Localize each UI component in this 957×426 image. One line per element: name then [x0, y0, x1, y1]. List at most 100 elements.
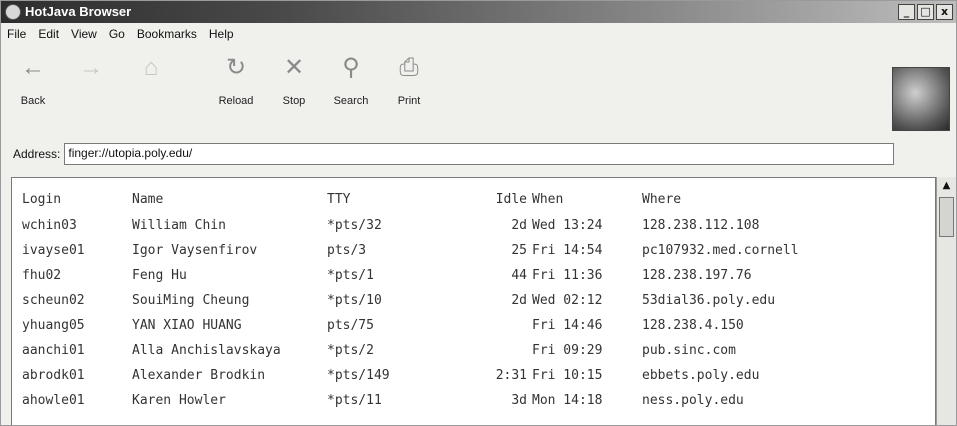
menu-view[interactable]: View — [71, 27, 97, 41]
table-row: yhuang05 YAN XIAO HUANG pts/75 Fri 14:46 128… — [12, 318, 935, 341]
cell-name: YAN XIAO HUANG — [132, 318, 242, 333]
stop-icon: ✕ — [283, 54, 305, 81]
cell-name: Alla Anchislavskaya — [132, 343, 281, 358]
cell-when: Fri 11:36 — [532, 268, 603, 283]
minimize-button[interactable]: _ — [898, 4, 915, 20]
cell-when: Wed 02:12 — [532, 293, 603, 308]
cell-where: pc107932.med.cornell — [642, 243, 799, 258]
cell-name: William Chin — [132, 218, 226, 233]
toolbar: ← Back → ⌂ ↻ Reload ✕ Stop ⚲ Search ⎙ Print — [1, 47, 901, 133]
forward-arrow-button[interactable]: → — [61, 53, 121, 95]
cell-where: pub.sinc.com — [642, 343, 736, 358]
cell-login: wchin03 — [22, 218, 77, 233]
cell-when: Mon 14:18 — [532, 393, 603, 408]
table-row: ahowle01 Karen Howler *pts/11 3d Mon 14:18 ne… — [12, 393, 935, 416]
cell-tty: *pts/10 — [327, 293, 382, 308]
table-row: wchin03 William Chin *pts/32 2d Wed 13:24 128… — [12, 218, 935, 241]
browser-window: HotJava Browser _ □ x File Edit View Go Book… — [0, 0, 957, 426]
search-button[interactable]: ⚲ Search — [321, 53, 381, 107]
cell-where: 53dial36.poly.edu — [642, 293, 776, 308]
reload-icon: ↻ — [225, 54, 247, 81]
scroll-up-arrow-icon[interactable]: ▲ — [939, 179, 954, 193]
table-row: ivayse01 Igor Vaysenfirov pts/3 25 Fri 14:54… — [12, 243, 935, 266]
cell-idle: 2:31 — [495, 368, 527, 383]
forward-arrow-icon: → — [79, 54, 103, 81]
cell-when: Fri 14:46 — [532, 318, 603, 333]
cell-when: When — [532, 192, 564, 207]
close-button[interactable]: x — [936, 4, 953, 20]
cell-tty: pts/3 — [327, 243, 367, 258]
scroll-thumb[interactable] — [939, 197, 954, 237]
back-arrow-icon: ← — [21, 54, 45, 81]
toolbar-label: Search — [333, 95, 369, 107]
cell-where: ebbets.poly.edu — [642, 368, 760, 383]
title-bar[interactable]: HotJava Browser _ □ x — [1, 1, 956, 23]
address-bar: Address: finger://utopia.poly.edu/ — [1, 139, 956, 169]
hotjava-app-icon — [5, 4, 21, 20]
cell-idle: 25 — [511, 243, 527, 258]
cell-login: Login — [22, 192, 62, 207]
cell-where: 128.238.112.108 — [642, 218, 760, 233]
cell-login: yhuang05 — [22, 318, 85, 333]
cell-name: Alexander Brodkin — [132, 368, 266, 383]
cell-tty: TTY — [327, 192, 351, 207]
cell-login: abrodk01 — [22, 368, 85, 383]
cell-where: ness.poly.edu — [642, 393, 744, 408]
toolbar-label: Print — [397, 95, 421, 107]
menu-edit[interactable]: Edit — [38, 27, 59, 41]
print-icon: ⎙ — [399, 54, 419, 81]
stop-button[interactable]: ✕ Stop — [264, 53, 324, 107]
menu-bar: File Edit View Go Bookmarks Help — [1, 23, 956, 45]
cell-tty: *pts/2 — [327, 343, 374, 358]
cell-login: ahowle01 — [22, 393, 85, 408]
cell-where: 128.238.4.150 — [642, 318, 744, 333]
reload-button[interactable]: ↻ Reload — [206, 53, 266, 107]
cell-login: fhu02 — [22, 268, 62, 283]
table-row: fhu02 Feng Hu *pts/1 44 Fri 11:36 128.238.197… — [12, 268, 935, 291]
menu-file[interactable]: File — [7, 27, 26, 41]
cell-tty: *pts/149 — [327, 368, 390, 383]
menu-help[interactable]: Help — [209, 27, 234, 41]
cell-tty: *pts/32 — [327, 218, 382, 233]
cell-name: SouiMing Cheung — [132, 293, 250, 308]
maximize-button[interactable]: □ — [917, 4, 934, 20]
cell-login: scheun02 — [22, 293, 85, 308]
cell-login: aanchi01 — [22, 343, 85, 358]
cell-login: ivayse01 — [22, 243, 85, 258]
search-icon: ⚲ — [342, 54, 360, 81]
cell-idle: Idle — [495, 192, 527, 207]
table-row: abrodk01 Alexander Brodkin *pts/149 2:31 Fri… — [12, 368, 935, 391]
back-button[interactable]: ← Back — [3, 53, 63, 107]
hotjava-logo — [892, 67, 950, 131]
finger-output: Login Name TTY Idle When Where wchin03 William … — [11, 177, 936, 425]
cell-idle: 2d — [511, 218, 527, 233]
cell-tty: pts/75 — [327, 318, 374, 333]
vertical-scrollbar[interactable]: ▲ — [936, 177, 956, 425]
cell-name: Karen Howler — [132, 393, 226, 408]
table-header: Login Name TTY Idle When Where — [12, 192, 935, 215]
address-input[interactable]: finger://utopia.poly.edu/ — [64, 143, 895, 165]
cell-where: Where — [642, 192, 682, 207]
table-row: scheun02 SouiMing Cheung *pts/10 2d Wed 02:1… — [12, 293, 935, 316]
table-row: aanchi01 Alla Anchislavskaya *pts/2 Fri 09:… — [12, 343, 935, 366]
address-label: Address: — [13, 147, 61, 161]
home-icon: ⌂ — [143, 54, 159, 81]
toolbar-label: Stop — [282, 95, 306, 107]
cell-when: Fri 10:15 — [532, 368, 603, 383]
cell-where: 128.238.197.76 — [642, 268, 752, 283]
menu-bookmarks[interactable]: Bookmarks — [137, 27, 197, 41]
cell-name: Feng Hu — [132, 268, 187, 283]
toolbar-label: Back — [20, 95, 46, 107]
cell-tty: *pts/11 — [327, 393, 382, 408]
cell-idle: 44 — [511, 268, 527, 283]
menu-go[interactable]: Go — [109, 27, 125, 41]
cell-when: Fri 14:54 — [532, 243, 603, 258]
cell-name: Name — [132, 192, 164, 207]
cell-when: Wed 13:24 — [532, 218, 603, 233]
cell-idle: 2d — [511, 293, 527, 308]
cell-tty: *pts/1 — [327, 268, 374, 283]
print-button[interactable]: ⎙ Print — [379, 53, 439, 107]
cell-name: Igor Vaysenfirov — [132, 243, 258, 258]
home-button[interactable]: ⌂ — [121, 53, 181, 95]
cell-when: Fri 09:29 — [532, 343, 603, 358]
